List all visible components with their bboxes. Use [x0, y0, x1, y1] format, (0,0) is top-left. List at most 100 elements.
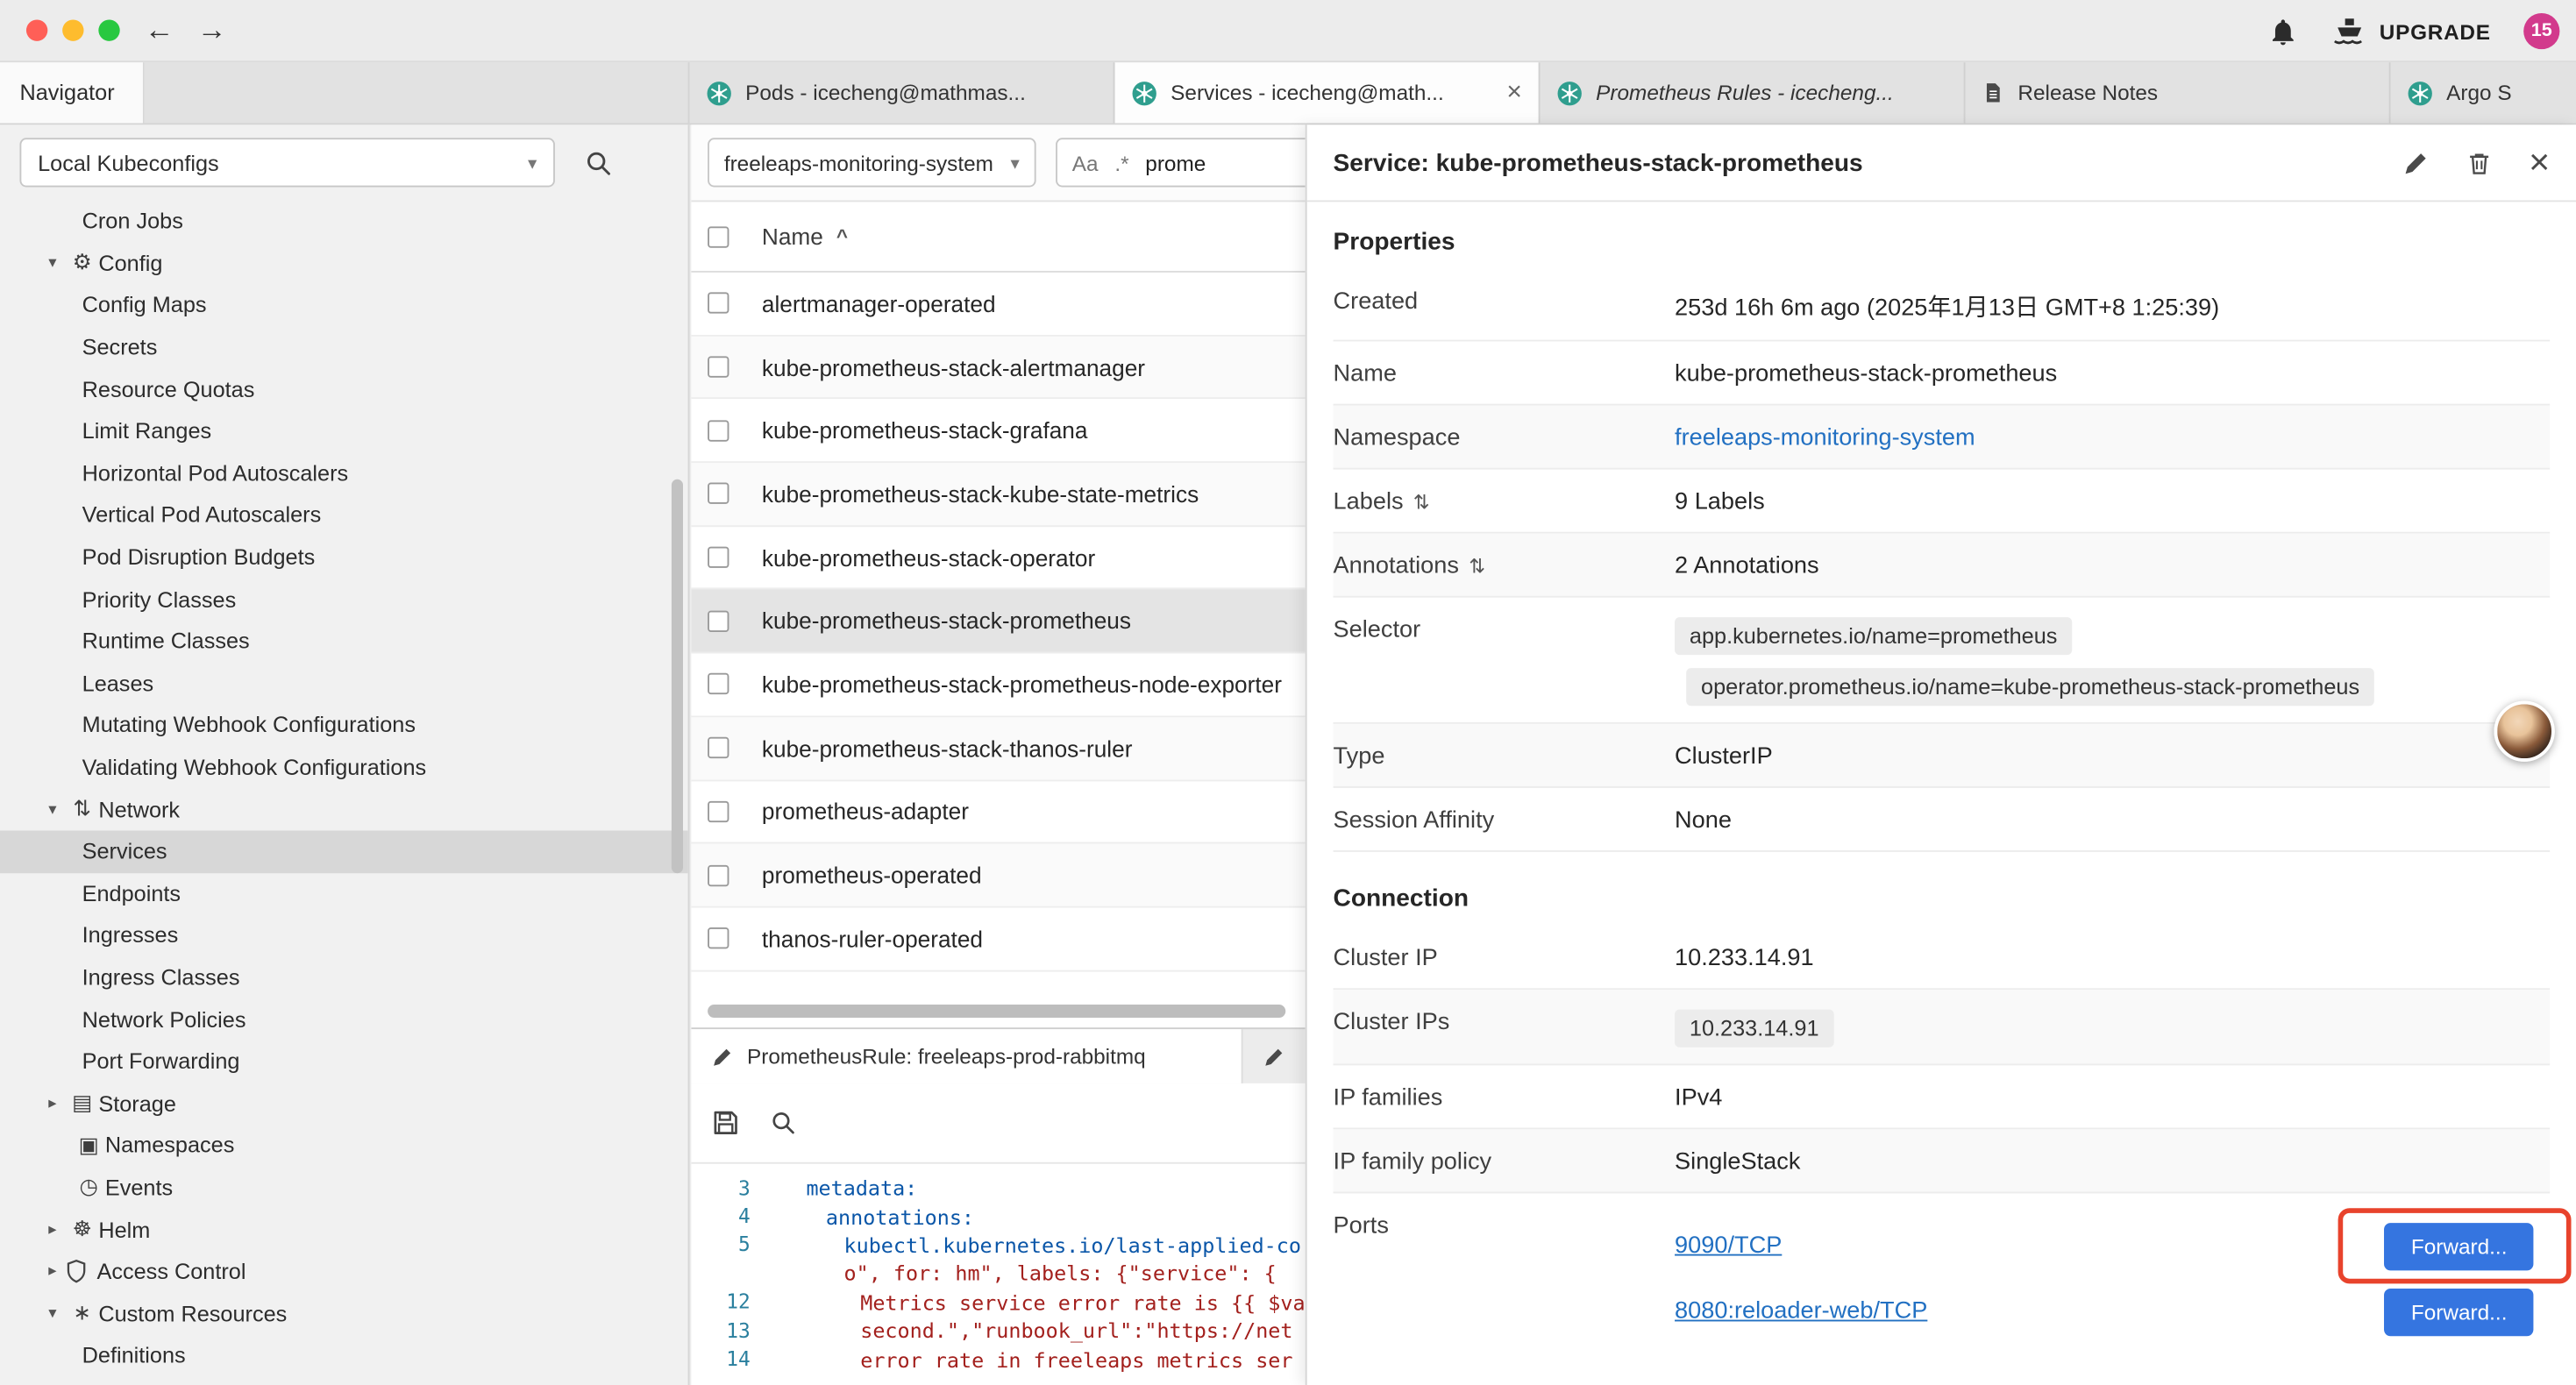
table-row[interactable]: kube-prometheus-stack-thanos-ruler — [691, 717, 1305, 780]
sidebar-item[interactable]: Ingresses — [0, 914, 688, 956]
row-checkbox[interactable] — [708, 610, 729, 631]
kubernetes-cluster-icon — [2407, 80, 2433, 106]
close-window-button[interactable] — [26, 19, 47, 40]
sidebar-item[interactable]: Services — [0, 830, 688, 872]
unfold-annotations-icon[interactable]: ⇅ — [1469, 555, 1485, 578]
table-row[interactable]: prometheus-operated — [691, 844, 1305, 907]
match-case-toggle[interactable]: Aa — [1072, 150, 1099, 174]
delete-resource-icon[interactable] — [2466, 148, 2493, 176]
kubeconfig-source-select[interactable]: Local Kubeconfigs ▾ — [19, 138, 554, 187]
sidebar-item[interactable]: Runtime Classes — [0, 621, 688, 663]
forward-button[interactable]: Forward... — [2385, 1288, 2533, 1335]
editor-tab[interactable]: Prometheus Rules - icecheng... — [1540, 62, 1965, 123]
maximize-window-button[interactable] — [98, 19, 119, 40]
table-row[interactable]: kube-prometheus-stack-kube-state-metrics — [691, 463, 1305, 526]
sidebar-scrollbar[interactable] — [672, 479, 683, 873]
editor-tab[interactable]: Pods - icecheng@mathmas... — [689, 62, 1114, 123]
sidebar-item[interactable]: Resource Quotas — [0, 368, 688, 410]
minimize-window-button[interactable] — [62, 19, 83, 40]
editor-tab[interactable]: Argo S — [2391, 62, 2576, 123]
row-checkbox[interactable] — [708, 801, 729, 822]
editor-search-icon[interactable] — [770, 1110, 796, 1136]
cluster-ips-badge: 10.233.14.91 — [1675, 1010, 1833, 1048]
sidebar-item[interactable]: ▾ ⇅ Network — [0, 788, 688, 830]
table-row[interactable]: kube-prometheus-stack-grafana — [691, 400, 1305, 463]
table-row[interactable]: kube-prometheus-stack-prometheus-node-ex… — [691, 654, 1305, 717]
yaml-editor[interactable]: 3 metadata: 4 annotations: 5 kubectl.kub… — [691, 1164, 1305, 1374]
table-row[interactable]: prometheus-adapter — [691, 780, 1305, 843]
sidebar-item[interactable]: Definitions — [0, 1334, 688, 1376]
dock-tab-prometheusrule[interactable]: PrometheusRule: freeleaps-prod-rabbitmq — [691, 1029, 1242, 1083]
port-link[interactable]: 8080:reloader-web/TCP — [1675, 1298, 1927, 1325]
sidebar-item[interactable]: Leases — [0, 663, 688, 705]
close-tab-icon[interactable]: × — [1506, 80, 1521, 106]
forward-button[interactable]: Forward... — [2385, 1222, 2533, 1269]
expand-chevron-icon[interactable]: ▸ — [39, 1220, 66, 1239]
table-row[interactable]: kube-prometheus-stack-operator — [691, 527, 1305, 590]
horizontal-scrollbar[interactable] — [708, 1005, 1285, 1018]
table-row[interactable]: alertmanager-operated — [691, 273, 1305, 336]
upgrade-button[interactable]: UPGRADE — [2331, 17, 2490, 46]
sidebar-item[interactable]: Limit Ranges — [0, 410, 688, 452]
sidebar-item[interactable]: Priority Classes — [0, 579, 688, 621]
sidebar-item[interactable]: ◷ Events — [0, 1167, 688, 1209]
expand-chevron-icon[interactable]: ▾ — [39, 800, 66, 819]
editor-tab[interactable]: Release Notes — [1966, 62, 2391, 123]
table-row[interactable]: thanos-ruler-operated — [691, 907, 1305, 970]
edit-resource-icon[interactable] — [2402, 148, 2430, 176]
regex-toggle[interactable]: .* — [1114, 150, 1128, 174]
sidebar-search-icon[interactable] — [574, 139, 620, 185]
port-link[interactable]: 9090/TCP — [1675, 1232, 1782, 1259]
table-row[interactable]: kube-prometheus-stack-prometheus — [691, 590, 1305, 653]
close-drawer-icon[interactable]: × — [2529, 145, 2550, 181]
sidebar-item[interactable]: ▾ ∗ Custom Resources — [0, 1293, 688, 1335]
row-checkbox[interactable] — [708, 483, 729, 504]
row-checkbox[interactable] — [708, 293, 729, 314]
editor-tab[interactable]: Services - icecheng@math... × — [1114, 62, 1540, 123]
sidebar-item[interactable]: Horizontal Pod Autoscalers — [0, 452, 688, 494]
expand-chevron-icon[interactable]: ▸ — [39, 1262, 66, 1281]
row-checkbox[interactable] — [708, 737, 729, 758]
row-checkbox[interactable] — [708, 420, 729, 441]
back-button[interactable]: ← — [138, 8, 181, 51]
sidebar-item[interactable]: Validating Webhook Configurations — [0, 747, 688, 789]
user-avatar[interactable] — [2494, 701, 2554, 762]
row-checkbox[interactable] — [708, 356, 729, 377]
sidebar-item[interactable]: Secrets — [0, 326, 688, 368]
sidebar-item[interactable]: Endpoints — [0, 872, 688, 914]
navigator-header[interactable]: Navigator — [0, 62, 145, 123]
sidebar-item[interactable]: ▾ ⚙ Config — [0, 242, 688, 284]
expand-chevron-icon[interactable]: ▸ — [39, 1095, 66, 1113]
sidebar-item[interactable]: Config Maps — [0, 284, 688, 326]
sidebar-item[interactable]: ▸ Access Control — [0, 1251, 688, 1293]
sidebar-item[interactable]: ▣ Namespaces — [0, 1125, 688, 1167]
notification-count-badge[interactable]: 15 — [2523, 13, 2559, 49]
row-checkbox[interactable] — [708, 674, 729, 695]
sidebar-item[interactable]: ▸ ☸ Helm — [0, 1209, 688, 1251]
sidebar-item[interactable]: ▸ ▤ Storage — [0, 1083, 688, 1125]
sidebar-item[interactable]: Cron Jobs — [0, 200, 688, 242]
dock-tab-partial[interactable] — [1243, 1029, 1306, 1083]
name-column-header[interactable]: Name — [762, 224, 823, 250]
sidebar-item[interactable]: Mutating Webhook Configurations — [0, 705, 688, 747]
table-row[interactable]: kube-prometheus-stack-alertmanager — [691, 336, 1305, 399]
select-all-checkbox[interactable] — [708, 225, 729, 246]
save-icon[interactable] — [711, 1108, 741, 1138]
sidebar-item[interactable]: Vertical Pod Autoscalers — [0, 494, 688, 536]
expand-chevron-icon[interactable]: ▾ — [39, 254, 66, 273]
sidebar-item[interactable]: Port Forwarding — [0, 1041, 688, 1083]
services-search-input[interactable]: Aa .* prome — [1056, 138, 1306, 187]
namespace-link[interactable]: freeleaps-monitoring-system — [1675, 425, 1975, 451]
sidebar-item[interactable]: Network Policies — [0, 998, 688, 1041]
forward-nav-button[interactable]: → — [190, 8, 233, 51]
unfold-labels-icon[interactable]: ⇅ — [1413, 491, 1430, 514]
namespace-filter-select[interactable]: freeleaps-monitoring-system ▾ — [708, 138, 1036, 187]
expand-chevron-icon[interactable]: ▾ — [39, 1304, 66, 1323]
line-number: 5 — [691, 1233, 750, 1256]
row-checkbox[interactable] — [708, 927, 729, 948]
notifications-bell-icon[interactable] — [2267, 16, 2299, 47]
sidebar-item[interactable]: Pod Disruption Budgets — [0, 536, 688, 579]
sidebar-item[interactable]: Ingress Classes — [0, 956, 688, 998]
row-checkbox[interactable] — [708, 864, 729, 885]
row-checkbox[interactable] — [708, 547, 729, 568]
